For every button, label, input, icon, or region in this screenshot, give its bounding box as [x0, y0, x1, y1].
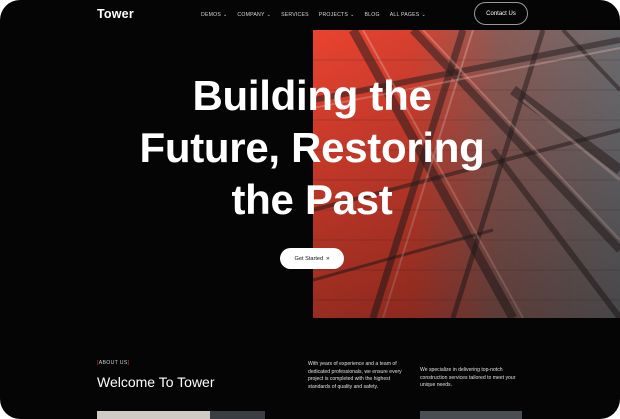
hero-title: Building the Future, Restoring the Past — [120, 70, 504, 226]
main-nav: DEMOS ⌄ COMPANY ⌄ SERVICES PROJECTS ⌄ BL… — [201, 10, 436, 20]
chevron-down-icon: ⌄ — [266, 11, 272, 18]
nav-item-projects[interactable]: PROJECTS ⌄ — [319, 12, 355, 18]
nav-item-all-pages[interactable]: ALL PAGES ⌄ — [390, 12, 426, 18]
nav-item-blog[interactable]: BLOG — [364, 12, 379, 18]
hero-title-line: Building the — [192, 72, 432, 119]
about-paragraph-experience: With years of experience and a team of d… — [308, 361, 402, 390]
services-image-thumbnail — [420, 411, 522, 419]
double-chevron-right-icon: » — [326, 255, 330, 262]
hero-title-line: Future, Restoring — [139, 124, 485, 171]
hero-title-line: the Past — [231, 176, 393, 223]
nav-label: DEMOS — [201, 12, 222, 18]
nav-label: COMPANY — [237, 12, 265, 18]
brand-logo[interactable]: Tower — [97, 7, 134, 21]
page-frame: Tower DEMOS ⌄ COMPANY ⌄ SERVICES PROJECT… — [0, 0, 620, 419]
nav-label: ALL PAGES — [389, 12, 420, 18]
about-image-thumbnail — [210, 411, 265, 419]
about-tag-label: ABOUT US — [98, 360, 128, 366]
about-paragraph-services: We specialize in delivering top-notch co… — [420, 367, 516, 389]
about-image-thumbnail — [97, 411, 210, 419]
nav-label: BLOG — [364, 12, 380, 18]
chevron-down-icon: ⌄ — [350, 11, 355, 18]
bracket-close: ] — [127, 360, 130, 366]
nav-item-demos[interactable]: DEMOS ⌄ — [201, 12, 227, 18]
get-started-button[interactable]: Get Started » — [280, 248, 344, 269]
about-us-tag: [ABOUT US] — [97, 360, 129, 366]
about-heading: Welcome To Tower — [97, 374, 215, 390]
nav-label: SERVICES — [281, 12, 309, 18]
cta-label: Get Started — [294, 255, 324, 262]
nav-item-services[interactable]: SERVICES — [281, 12, 309, 18]
chevron-down-icon: ⌄ — [223, 11, 228, 18]
contact-us-button[interactable]: Contact Us — [474, 2, 528, 25]
chevron-down-icon: ⌄ — [421, 11, 426, 18]
nav-label: PROJECTS — [318, 12, 349, 18]
nav-item-company[interactable]: COMPANY ⌄ — [237, 12, 271, 18]
